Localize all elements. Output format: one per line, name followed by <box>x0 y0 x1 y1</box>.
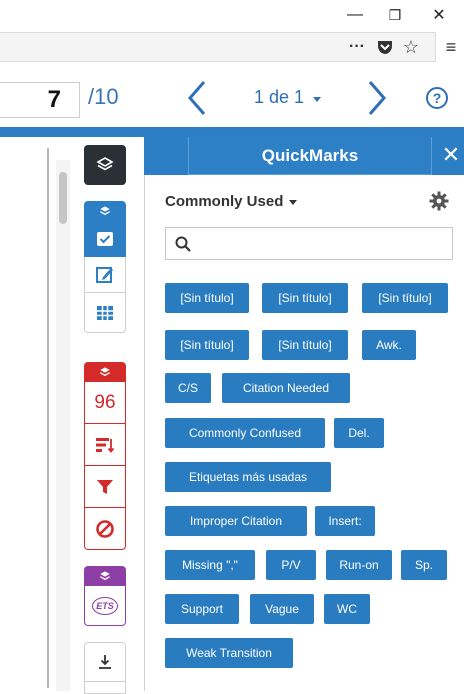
menu-icon[interactable]: ≡ <box>440 36 462 58</box>
clear-tool-button[interactable] <box>84 508 126 550</box>
close-panel-icon[interactable]: ✕ <box>438 142 464 168</box>
layers-icon <box>100 206 110 216</box>
layers-icon <box>100 367 110 377</box>
scrollbar-thumb[interactable] <box>59 172 67 224</box>
page-of-label: 1 de 1 <box>254 87 305 107</box>
quickmark-sin-titulo-1[interactable]: [Sin título] <box>165 283 249 313</box>
download-icon <box>99 655 111 669</box>
ets-logo-icon: ETS <box>92 596 118 615</box>
quickmark-commonly-confused[interactable]: Commonly Confused <box>165 418 325 448</box>
restore-button[interactable]: ❐ <box>380 2 410 28</box>
grading-layer-header[interactable] <box>84 362 126 382</box>
quickmark-set-label: Commonly Used <box>165 193 284 210</box>
quickmark-wc[interactable]: WC <box>324 594 370 624</box>
layers-toggle-button[interactable] <box>84 145 126 185</box>
quickmark-insert[interactable]: Insert: <box>315 506 375 536</box>
checkbox-icon <box>97 231 113 246</box>
quickmarks-search <box>165 227 453 260</box>
search-input[interactable] <box>196 233 446 255</box>
quickmark-support[interactable]: Support <box>165 594 239 624</box>
filter-tool-button[interactable] <box>84 466 126 508</box>
quickmark-sin-titulo-5[interactable]: [Sin título] <box>262 330 348 360</box>
quickmark-improper-citation[interactable]: Improper Citation <box>165 506 307 536</box>
quickmark-sp[interactable]: Sp. <box>401 550 447 580</box>
comment-tool-button[interactable] <box>84 257 126 293</box>
ets-tool-button[interactable]: ETS <box>84 586 126 626</box>
quickmark-run-on[interactable]: Run-on <box>326 550 392 580</box>
grid-icon <box>97 305 113 320</box>
quickmarks-layer-header[interactable] <box>84 201 126 221</box>
quickmark-citation-needed[interactable]: Citation Needed <box>222 373 350 403</box>
prohibited-icon <box>96 519 114 538</box>
total-pages: /10 <box>88 84 119 109</box>
quickmark-pv[interactable]: P/V <box>266 550 316 580</box>
gear-icon[interactable] <box>429 191 449 211</box>
document-scrollbar[interactable] <box>56 160 70 691</box>
page-actions-icon[interactable]: ··· <box>344 36 370 58</box>
minimize-button[interactable]: — <box>340 2 370 28</box>
quickmark-sin-titulo-4[interactable]: [Sin título] <box>165 330 249 360</box>
quickmark-missing-comma[interactable]: Missing "," <box>165 550 255 580</box>
filter-icon <box>97 479 113 494</box>
quickmark-cs[interactable]: C/S <box>165 373 211 403</box>
close-window-button[interactable]: ✕ <box>424 2 454 28</box>
sort-tool-button[interactable] <box>84 424 126 466</box>
previous-arrow-icon[interactable] <box>182 76 212 120</box>
layers-icon <box>96 157 114 171</box>
bookmark-star-icon[interactable]: ☆ <box>400 36 422 58</box>
rubric-tool-button[interactable] <box>84 293 126 333</box>
panel-top-strip <box>0 127 464 137</box>
quickmark-set-dropdown[interactable]: Commonly Used <box>165 193 298 210</box>
search-icon <box>175 236 191 252</box>
quickmarks-tool-button[interactable] <box>84 221 126 257</box>
edit-icon <box>96 266 113 283</box>
current-page-field[interactable]: 7 <box>0 82 80 118</box>
quickmark-awk[interactable]: Awk. <box>362 330 416 360</box>
layers-icon <box>100 571 110 581</box>
quickmark-vague[interactable]: Vague <box>250 594 314 624</box>
page-of-dropdown[interactable]: 1 de 1 <box>254 87 322 108</box>
quickmark-del[interactable]: Del. <box>334 418 384 448</box>
quickmark-etiquetas-mas-usadas[interactable]: Etiquetas más usadas <box>165 462 331 492</box>
chevron-down-icon <box>289 200 298 205</box>
download-button[interactable] <box>84 642 126 682</box>
sort-icon <box>96 437 115 453</box>
document-page-edge <box>47 148 49 688</box>
quickmark-sin-titulo-3[interactable]: [Sin título] <box>362 283 448 313</box>
address-bar[interactable] <box>0 32 436 62</box>
grade-score-button[interactable]: 96 <box>84 382 126 424</box>
more-tools-button[interactable] <box>84 682 126 694</box>
pocket-icon[interactable] <box>374 36 396 58</box>
next-arrow-icon[interactable] <box>362 76 392 120</box>
help-icon[interactable]: ? <box>426 87 448 109</box>
quickmarks-title: QuickMarks <box>188 137 432 175</box>
quickmark-sin-titulo-2[interactable]: [Sin título] <box>262 283 348 313</box>
ets-layer-header[interactable] <box>84 566 126 586</box>
chevron-down-icon <box>313 96 322 102</box>
quickmark-weak-transition[interactable]: Weak Transition <box>165 638 293 668</box>
